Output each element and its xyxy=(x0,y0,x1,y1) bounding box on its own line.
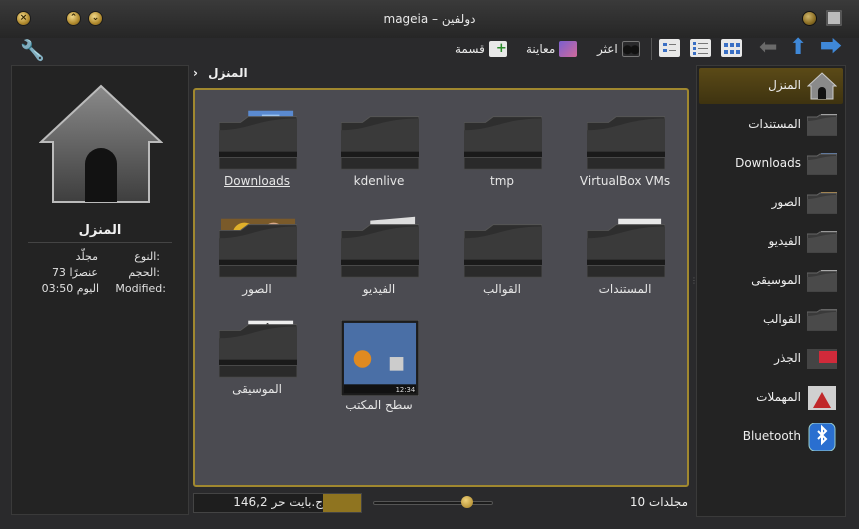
zoom-slider[interactable] xyxy=(373,501,493,505)
place-item[interactable]: Bluetooth xyxy=(699,419,843,455)
window-title: mageia – دولفين xyxy=(383,12,476,26)
preview-icon xyxy=(559,41,578,57)
place-item[interactable]: الصور xyxy=(699,185,843,221)
binoculars-icon xyxy=(621,41,640,57)
folder-downloads-icon xyxy=(218,108,298,170)
info-divider xyxy=(28,242,172,243)
folder-icon xyxy=(586,108,666,170)
bluetooth-icon xyxy=(807,422,837,452)
back-arrow-icon[interactable]: ⬅ xyxy=(759,37,777,59)
place-item[interactable]: الموسيقى xyxy=(699,263,843,299)
info-title: المنزل xyxy=(78,223,122,238)
folder-downloads-icon xyxy=(806,150,838,178)
folder-music-icon xyxy=(806,267,838,295)
place-label: Downloads xyxy=(735,156,801,170)
keep-above-button[interactable] xyxy=(803,12,816,25)
folder-pictures-icon xyxy=(218,216,298,278)
trash-icon xyxy=(807,384,837,412)
folder-root-icon xyxy=(807,345,837,373)
place-label: المهملات xyxy=(756,390,801,404)
place-label: Bluetooth xyxy=(742,429,801,443)
place-label: الفيديو xyxy=(768,234,801,248)
file-item-label: kdenlive xyxy=(353,174,405,188)
folder-icon xyxy=(463,108,543,170)
window-menu-icon[interactable] xyxy=(826,10,842,26)
file-item-label: tmp xyxy=(489,174,514,188)
folder-video-icon xyxy=(806,228,838,256)
file-item-label: الموسيقى xyxy=(232,382,282,396)
file-item-label: القوالب xyxy=(482,282,522,296)
place-item[interactable]: المهملات xyxy=(699,380,843,416)
place-label: القوالب xyxy=(762,312,801,326)
folder-templates-icon xyxy=(463,216,543,278)
place-item[interactable]: الجذر xyxy=(699,341,843,377)
breadcrumb-home[interactable]: المنزل xyxy=(208,66,247,80)
folder-pictures-icon xyxy=(806,189,838,217)
find-button[interactable]: اعثر xyxy=(597,38,640,60)
file-item-label: سطح المكتب xyxy=(345,398,413,412)
desktop-icon: 12:34 xyxy=(340,319,420,397)
find-label: اعثر xyxy=(597,42,618,56)
free-space-text: 146,2 ج.بايت حر xyxy=(233,495,323,509)
toolbar-separator xyxy=(651,38,652,60)
folder-templates-icon xyxy=(806,306,838,334)
title-bar: × ⌃ ⌄ mageia – دولفين xyxy=(0,0,859,38)
home-large-icon xyxy=(39,84,163,203)
file-item-label: VirtualBox VMs xyxy=(579,174,671,188)
places-panel: المنزل المستندات Downloads الصور الفيديو المو… xyxy=(696,65,846,517)
place-item[interactable]: Downloads xyxy=(699,146,843,182)
file-item-label: الصور xyxy=(242,282,272,296)
place-label: الجذر xyxy=(774,351,801,365)
location-breadcrumb[interactable]: › المنزل xyxy=(193,66,690,84)
icons-view-button[interactable] xyxy=(721,39,742,57)
panel-splitter[interactable]: ⋮ xyxy=(690,276,698,285)
file-item-label: Downloads xyxy=(224,174,290,188)
folder-count: 10 مجلدات xyxy=(629,495,688,509)
place-item[interactable]: القوالب xyxy=(699,302,843,338)
preview-label: معاينة xyxy=(526,42,556,56)
free-space-bar xyxy=(323,494,361,512)
folder-video-icon: 4 5 xyxy=(340,216,420,278)
file-view[interactable]: VirtualBox VMs tmp kdenlive Downloads المستن… xyxy=(193,88,689,487)
svg-text:12:34: 12:34 xyxy=(396,386,416,394)
preview-button[interactable]: معاينة xyxy=(526,38,578,60)
folder-icon xyxy=(340,108,420,170)
chevron-right-icon[interactable]: › xyxy=(193,66,198,80)
home-icon xyxy=(806,72,838,100)
information-panel: المنزل النوع: مجلّد الحجم: 73 عنصرًا Mod… xyxy=(11,65,189,515)
settings-wrench-icon[interactable]: 🔧 xyxy=(20,38,45,62)
free-space-indicator: 146,2 ج.بايت حر xyxy=(193,493,362,513)
split-icon: + xyxy=(488,41,507,57)
place-item[interactable]: المستندات xyxy=(699,107,843,143)
split-button[interactable]: قسمة + xyxy=(455,38,507,60)
place-item[interactable]: المنزل xyxy=(699,68,843,104)
compact-view-button[interactable] xyxy=(690,39,711,57)
split-label: قسمة xyxy=(455,42,485,56)
folder-music-icon: 𝄞 xyxy=(218,316,298,378)
dolphin-window: × ⌃ ⌄ mageia – دولفين 🔧 قسمة + معاينة اع… xyxy=(0,0,859,529)
place-item[interactable]: الفيديو xyxy=(699,224,843,260)
place-label: المستندات xyxy=(748,117,801,131)
place-label: الصور xyxy=(771,195,801,209)
place-label: المنزل xyxy=(768,78,801,92)
zoom-slider-handle[interactable] xyxy=(461,496,473,508)
status-bar: 146,2 ج.بايت حر 10 مجلدات xyxy=(193,490,690,516)
forward-arrow-icon[interactable]: ⮕ xyxy=(820,37,842,59)
folder-documents-icon xyxy=(806,111,838,139)
file-item-label: الفيديو xyxy=(362,282,396,296)
file-item-label: المستندات xyxy=(598,282,652,296)
details-view-button[interactable] xyxy=(659,39,680,57)
place-label: الموسيقى xyxy=(751,273,801,287)
up-arrow-icon[interactable]: ⬆ xyxy=(789,37,807,59)
folder-documents-icon xyxy=(586,216,666,278)
